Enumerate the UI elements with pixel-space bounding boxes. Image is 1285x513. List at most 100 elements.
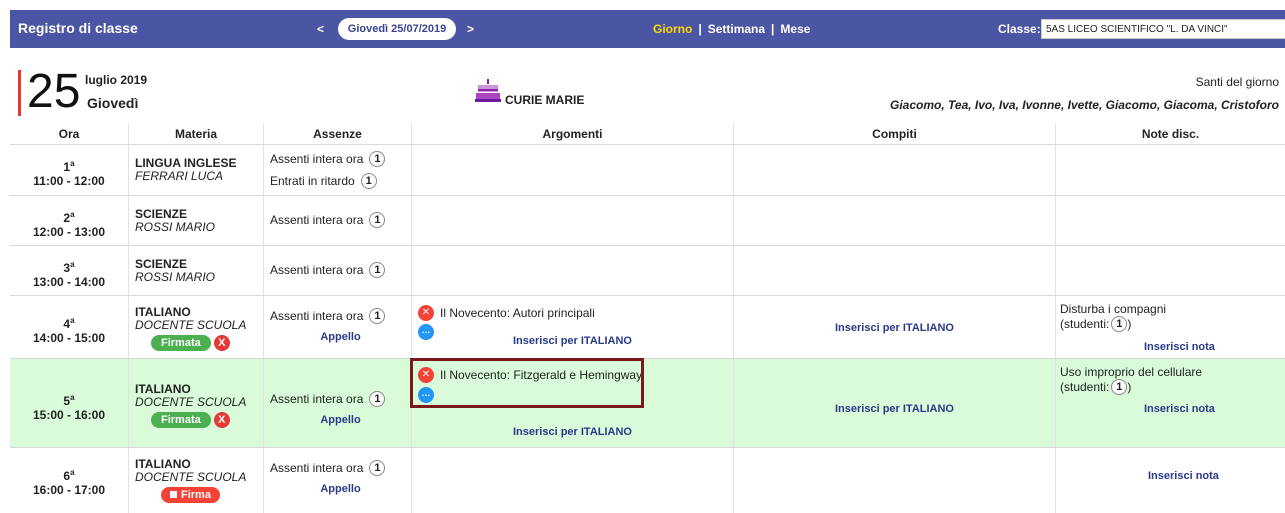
class-select[interactable]: 5AS LICEO SCIENTIFICO "L. DA VINCI" ▼ <box>1041 19 1285 39</box>
subject-cell: ITALIANO DOCENTE SCUOLA Firmata X <box>129 296 264 358</box>
homework-cell <box>734 145 1056 195</box>
insert-homework-link[interactable]: Inserisci per ITALIANO <box>835 403 954 415</box>
teacher-name: DOCENTE SCUOLA <box>135 470 247 484</box>
register-table: Ora Materia Assenze Argomenti Compiti No… <box>10 123 1285 513</box>
prev-day-button[interactable]: < <box>317 22 324 36</box>
insert-note-link[interactable]: Inserisci nota <box>1144 403 1215 415</box>
note-text: Uso improprio del cellulare <box>1060 365 1203 379</box>
top-bar: Registro di classe < Giovedì 25/07/2019 … <box>10 10 1285 48</box>
note-students-count[interactable]: 1 <box>1111 316 1128 332</box>
late-count[interactable]: 1 <box>360 173 377 189</box>
period-time: 11:00 - 12:00 <box>33 174 105 188</box>
period-time: 13:00 - 14:00 <box>32 275 106 289</box>
teacher-name: ROSSI MARIO <box>135 220 216 234</box>
more-options-icon[interactable]: … <box>418 387 434 403</box>
period-cell: 4a 14:00 - 15:00 <box>10 296 129 358</box>
homework-cell <box>734 246 1056 295</box>
insert-note-link[interactable]: Inserisci nota <box>1148 470 1219 482</box>
notes-cell: Uso improprio del cellulare (studenti: 1)… <box>1056 359 1285 447</box>
period-cell: 5a 15:00 - 16:00 <box>10 359 129 447</box>
note-students-count[interactable]: 1 <box>1111 379 1128 395</box>
note-students-label: (studenti: <box>1060 380 1110 394</box>
note-text: Disturba i compagni <box>1060 302 1167 316</box>
homework-cell: Inserisci per ITALIANO <box>734 296 1056 358</box>
homework-cell: Inserisci per ITALIANO <box>734 359 1056 447</box>
header-ora: Ora <box>10 123 129 144</box>
class-label: Classe: <box>998 22 1041 36</box>
notes-cell <box>1056 196 1285 245</box>
view-day-link[interactable]: Giorno <box>653 22 692 36</box>
separator: | <box>698 22 702 36</box>
subject-cell: LINGUA INGLESE FERRARI LUCA <box>129 145 264 195</box>
absence-label: Assenti intera ora <box>270 461 364 475</box>
weekday: Giovedì <box>87 95 139 111</box>
period-cell: 6a 16:00 - 17:00 <box>10 448 129 513</box>
absence-count[interactable]: 1 <box>369 262 386 278</box>
subject-cell: SCIENZE ROSSI MARIO <box>129 196 264 245</box>
table-row-selected: 5a 15:00 - 16:00 ITALIANO DOCENTE SCUOLA… <box>10 359 1285 448</box>
absence-count[interactable]: 1 <box>369 212 386 228</box>
insert-topic-link[interactable]: Inserisci per ITALIANO <box>513 335 632 347</box>
period-time: 12:00 - 13:00 <box>32 225 106 239</box>
absence-count[interactable]: 1 <box>369 391 386 407</box>
unsign-button[interactable]: X <box>213 335 230 351</box>
topics-cell: ✕ Il Novecento: Fitzgerald e Hemingway … … <box>412 359 734 447</box>
topics-cell <box>412 246 734 295</box>
absence-label: Assenti intera ora <box>270 309 364 323</box>
absence-count[interactable]: 1 <box>369 460 386 476</box>
topics-cell <box>412 448 734 513</box>
topics-cell: ✕ Il Novecento: Autori principali … Inser… <box>412 296 734 358</box>
date-accent-bar <box>18 70 21 116</box>
class-select-value: 5AS LICEO SCIENTIFICO "L. DA VINCI" <box>1046 24 1228 35</box>
absences-cell: Assenti intera ora 1 Entrati in ritardo 1 <box>264 145 412 195</box>
unsign-button[interactable]: X <box>213 412 230 428</box>
insert-homework-link[interactable]: Inserisci per ITALIANO <box>835 322 954 334</box>
roll-call-link[interactable]: Appello <box>320 483 360 495</box>
homework-cell <box>734 196 1056 245</box>
notes-cell: Inserisci nota <box>1056 448 1285 513</box>
absences-cell: Assenti intera ora 1 Appello <box>264 448 412 513</box>
topics-cell <box>412 196 734 245</box>
subject-cell: ITALIANO DOCENTE SCUOLA Firmata X <box>129 359 264 447</box>
insert-note-link[interactable]: Inserisci nota <box>1144 341 1215 353</box>
note-students-label: (studenti: <box>1060 317 1110 331</box>
insert-topic-link[interactable]: Inserisci per ITALIANO <box>513 426 632 438</box>
delete-topic-icon[interactable]: ✕ <box>418 367 434 383</box>
note-students-close: ) <box>1127 317 1132 331</box>
table-row: 2a 12:00 - 13:00 SCIENZE ROSSI MARIO Ass… <box>10 196 1285 246</box>
absence-label: Assenti intera ora <box>270 213 364 227</box>
signed-badge[interactable]: Firmata <box>151 335 211 351</box>
roll-call-link[interactable]: Appello <box>320 414 360 426</box>
topic-text: Il Novecento: Autori principali <box>440 306 595 320</box>
next-day-button[interactable]: > <box>467 22 474 36</box>
header-compiti: Compiti <box>734 123 1056 144</box>
day-number: 25 <box>27 65 81 118</box>
separator: | <box>771 22 775 36</box>
period-cell: 2a 12:00 - 13:00 <box>10 196 129 245</box>
absence-label: Assenti intera ora <box>270 263 364 277</box>
sign-button[interactable]: Firma <box>161 487 220 503</box>
saints-title: Santi del giorno <box>1195 75 1279 89</box>
month-year: luglio 2019 <box>85 73 148 87</box>
absence-label: Assenti intera ora <box>270 152 364 166</box>
header-note: Note disc. <box>1141 127 1200 141</box>
absences-cell: Assenti intera ora 1 <box>264 196 412 245</box>
table-row: 1a 11:00 - 12:00 LINGUA INGLESE FERRARI … <box>10 145 1285 196</box>
roll-call-link[interactable]: Appello <box>320 331 360 343</box>
birthday-name: CURIE MARIE <box>505 93 585 107</box>
view-week-link[interactable]: Settimana <box>708 22 765 36</box>
absence-count[interactable]: 1 <box>369 151 386 167</box>
delete-topic-icon[interactable]: ✕ <box>418 305 434 321</box>
absences-cell: Assenti intera ora 1 Appello <box>264 359 412 447</box>
sign-square-icon <box>170 491 177 498</box>
signed-badge[interactable]: Firmata <box>151 412 211 428</box>
sign-button-label: Firma <box>181 489 211 501</box>
note-students-close: ) <box>1127 380 1132 394</box>
view-month-link[interactable]: Mese <box>780 22 810 36</box>
date-picker-button[interactable]: Giovedì 25/07/2019 <box>338 18 456 40</box>
saints-names: Giacomo, Tea, Ivo, Iva, Ivonne, Ivette, … <box>890 98 1279 112</box>
header-materia: Materia <box>129 123 264 144</box>
period-time: 16:00 - 17:00 <box>32 483 106 497</box>
absence-count[interactable]: 1 <box>369 308 386 324</box>
teacher-name: DOCENTE SCUOLA <box>135 395 247 409</box>
